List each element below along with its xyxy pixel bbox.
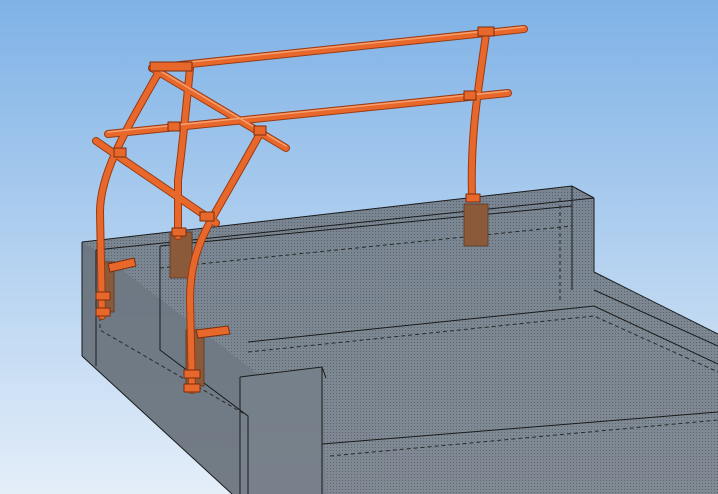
joint-front-foot <box>183 369 201 379</box>
joint-left-foot <box>95 291 111 301</box>
joint-mid-post-base <box>171 227 187 237</box>
box-near-rail <box>240 367 326 494</box>
joint-front-foot-2 <box>183 383 201 393</box>
joint-rear-foot <box>465 193 481 203</box>
joint-cross-low <box>199 211 215 222</box>
joint-cross-left <box>113 147 127 158</box>
joint-cross-mid <box>253 125 267 136</box>
3d-model-scene[interactable] <box>0 0 718 494</box>
base-plate-rear <box>463 203 489 247</box>
joint-mid-rail-left <box>167 121 181 132</box>
joint-top-left <box>149 61 193 72</box>
joint-mid-rail-right <box>463 90 477 101</box>
joint-top-right <box>477 26 495 37</box>
joint-left-foot-2 <box>95 307 111 317</box>
cad-viewport[interactable] <box>0 0 718 494</box>
